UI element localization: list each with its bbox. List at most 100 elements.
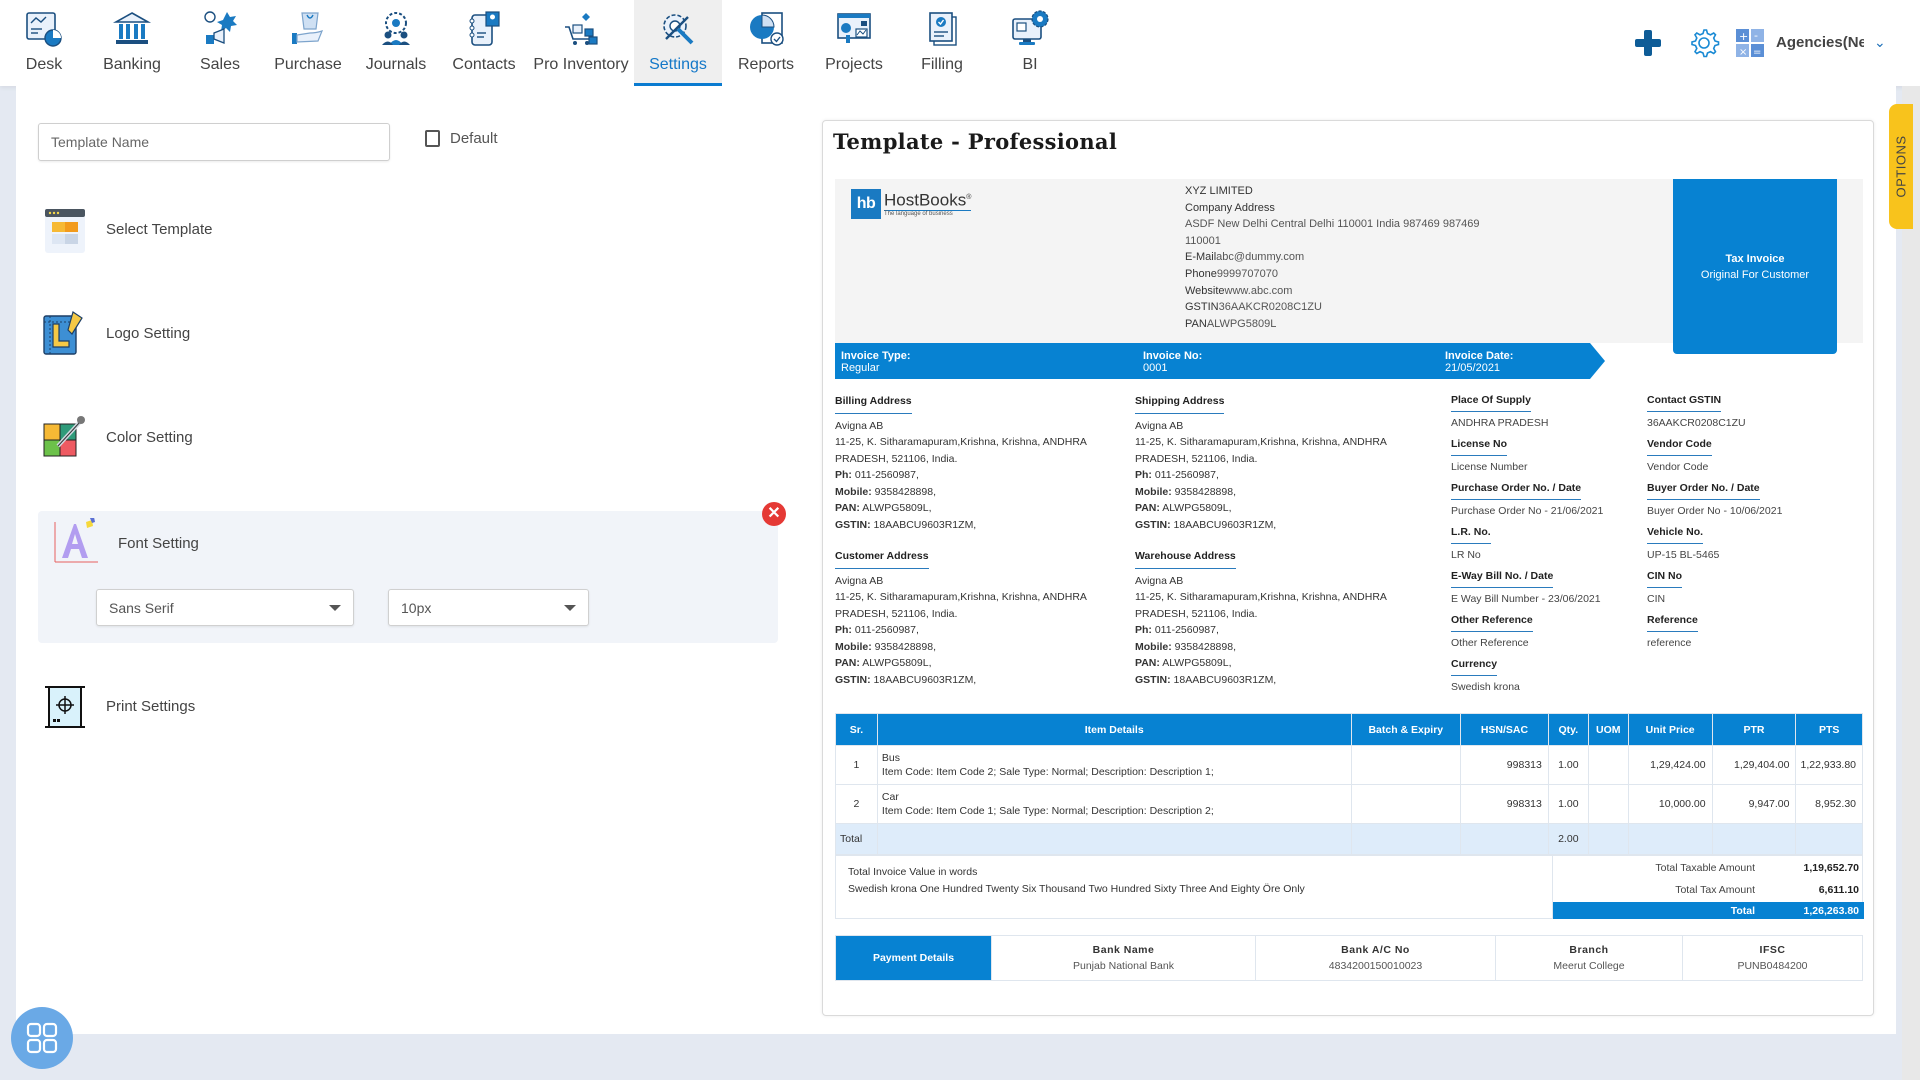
company-logo: hb HostBooks® The language of business bbox=[851, 189, 972, 219]
meta-value: Purchase Order No - 21/06/2021 bbox=[1451, 505, 1604, 517]
address-phone: Ph: 011-2560987, bbox=[835, 624, 919, 636]
meta-label: Vendor Code bbox=[1647, 437, 1712, 456]
nav-projects[interactable]: Projects bbox=[810, 0, 898, 86]
address-line: PRADESH, 521106, India. bbox=[1135, 452, 1258, 465]
cell-sr: 1 bbox=[835, 745, 878, 785]
font-size-select[interactable]: 10px bbox=[388, 589, 589, 626]
setting-label: Font Setting bbox=[118, 534, 199, 552]
address-mobile: Mobile: 9358428898, bbox=[1135, 640, 1236, 653]
default-checkbox[interactable] bbox=[425, 130, 440, 147]
nav-label: Pro Inventory bbox=[533, 56, 629, 73]
main-nav: Desk Banking Sales Purchase Journals Con… bbox=[0, 0, 1074, 86]
meta-value: Vendor Code bbox=[1647, 461, 1709, 473]
nav-sales[interactable]: Sales bbox=[176, 0, 264, 86]
print-settings[interactable]: Print Settings bbox=[40, 681, 195, 731]
nav-banking[interactable]: Banking bbox=[88, 0, 176, 86]
cell-pts: 1,22,933.80 bbox=[1795, 745, 1863, 785]
font-family-select[interactable]: Sans Serif bbox=[96, 589, 354, 626]
address-line: PRADESH, 521106, India. bbox=[835, 607, 958, 620]
filling-document-icon bbox=[921, 8, 963, 50]
address-block: Customer Address Avigna AB 11-25, K. Sitha… bbox=[835, 548, 1087, 688]
logo-name: HostBooks® bbox=[884, 190, 972, 211]
nav-desk[interactable]: Desk bbox=[0, 0, 88, 86]
meta-field: License No License Number bbox=[1451, 437, 1603, 475]
cell-ptr: 1,29,404.00 bbox=[1711, 745, 1797, 785]
add-new-button[interactable] bbox=[1633, 28, 1663, 58]
nav-label: Sales bbox=[199, 56, 241, 73]
total-label: Total bbox=[835, 823, 878, 855]
bank-name-col: Bank Name Punjab National Bank bbox=[991, 936, 1255, 980]
cell-batch bbox=[1350, 784, 1462, 824]
nav-purchase[interactable]: Purchase bbox=[264, 0, 352, 86]
bank-building-icon bbox=[111, 8, 153, 50]
address-name: Avigna AB bbox=[835, 419, 884, 432]
address-name: Avigna AB bbox=[1135, 419, 1184, 432]
address-block: Billing Address Avigna AB 11-25, K. Sithar… bbox=[835, 393, 1087, 533]
meta-label: Purchase Order No. / Date bbox=[1451, 481, 1582, 500]
page-scrollbar[interactable] bbox=[1902, 86, 1920, 1080]
nav-filling[interactable]: Filling bbox=[898, 0, 986, 86]
close-font-setting-button[interactable]: ✕ bbox=[762, 502, 786, 526]
cell-qty: 1.00 bbox=[1547, 784, 1589, 824]
invoice-meta-right: Contact GSTIN 36AAKCR0208C1ZU Vendor Code V… bbox=[1647, 393, 1782, 657]
setting-label: Color Setting bbox=[106, 428, 193, 446]
meta-value: LR No bbox=[1451, 549, 1481, 561]
chevron-down-icon[interactable]: ⌄ bbox=[1874, 34, 1886, 51]
logo-mark: hb bbox=[851, 189, 881, 219]
nav-settings[interactable]: Settings bbox=[634, 0, 722, 86]
cell-ptr: 9,947.00 bbox=[1711, 784, 1797, 824]
select-template-setting[interactable]: Select Template bbox=[40, 204, 212, 254]
cell-batch bbox=[1350, 745, 1462, 785]
nav-label: Projects bbox=[825, 56, 883, 73]
nav-reports[interactable]: Reports bbox=[722, 0, 810, 86]
meta-value: ANDHRA PRADESH bbox=[1451, 417, 1549, 429]
address-block: Shipping Address Avigna AB 11-25, K. Sitha… bbox=[1135, 393, 1387, 533]
company-name: XYZ LIMITED bbox=[1185, 185, 1253, 197]
meta-field: Vendor Code Vendor Code bbox=[1647, 437, 1782, 475]
print-crosshair-icon bbox=[40, 681, 90, 731]
nav-label: Filling bbox=[921, 56, 963, 73]
font-setting[interactable]: Font Setting bbox=[52, 517, 199, 568]
payment-heading: Payment Details bbox=[836, 936, 991, 980]
column-header: PTS bbox=[1795, 713, 1863, 746]
meta-field: Reference reference bbox=[1647, 613, 1782, 651]
font-family-value: Sans Serif bbox=[109, 599, 174, 616]
company-pan: PANALWPG5809L bbox=[1185, 317, 1277, 330]
meta-label: CIN No bbox=[1647, 569, 1682, 588]
column-header: Item Details bbox=[876, 713, 1352, 746]
options-side-tab[interactable]: OPTIONS bbox=[1889, 104, 1913, 229]
apps-menu-button[interactable] bbox=[11, 1007, 73, 1069]
nav-contacts[interactable]: Contacts bbox=[440, 0, 528, 86]
address-pan: PAN: ALWPG5809L, bbox=[835, 657, 932, 669]
calculator-button[interactable]: + - × = bbox=[1736, 29, 1764, 58]
nav-label: Contacts bbox=[452, 56, 516, 73]
table-total-row: Total 2.00 bbox=[835, 823, 1863, 855]
dropdown-caret-icon bbox=[564, 604, 576, 611]
nav-bi[interactable]: BI bbox=[986, 0, 1074, 86]
cell-hsn: 998313 bbox=[1460, 784, 1549, 824]
meta-label: Currency bbox=[1451, 657, 1498, 676]
tax-invoice-subtitle: Original For Customer bbox=[1700, 268, 1810, 281]
journals-team-gear-icon bbox=[375, 8, 417, 50]
reports-pie-icon bbox=[745, 8, 787, 50]
address-phone: Ph: 011-2560987, bbox=[835, 469, 919, 481]
dropdown-caret-icon bbox=[329, 604, 341, 611]
address-line: PRADESH, 521106, India. bbox=[835, 452, 958, 465]
settings-button[interactable] bbox=[1688, 27, 1720, 59]
setting-label: Select Template bbox=[106, 220, 213, 238]
meta-value: CIN bbox=[1647, 593, 1666, 605]
font-letter-a-icon bbox=[52, 517, 102, 568]
table-row: 2 Car Item Code: Item Code 1; Sale Type: N… bbox=[835, 784, 1863, 824]
template-layout-icon bbox=[40, 204, 90, 254]
template-name-input[interactable] bbox=[38, 123, 390, 161]
meta-label: Vehicle No. bbox=[1647, 525, 1704, 544]
nav-label: Reports bbox=[737, 56, 795, 73]
color-setting[interactable]: Color Setting bbox=[40, 412, 193, 462]
agency-selector[interactable]: Agencies(New bbox=[1776, 34, 1864, 51]
branch-col: Branch Meerut College bbox=[1495, 936, 1682, 980]
logo-setting[interactable]: Logo Setting bbox=[40, 308, 190, 358]
nav-pro-inventory[interactable]: Pro Inventory bbox=[528, 0, 634, 86]
plus-icon bbox=[1635, 30, 1661, 56]
default-checkbox-group[interactable]: Default bbox=[425, 130, 498, 147]
nav-journals[interactable]: Journals bbox=[352, 0, 440, 86]
